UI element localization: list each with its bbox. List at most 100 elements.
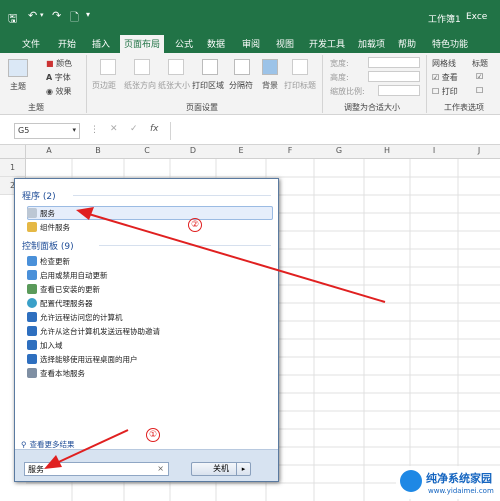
tab-help[interactable]: 帮助 <box>398 37 416 50</box>
annotation-1: ① <box>146 428 160 442</box>
redo-icon[interactable]: ↷ <box>52 9 61 22</box>
cp-item[interactable]: 选择能够使用远程桌面的用户 <box>27 353 138 365</box>
cp-item[interactable]: 加入域 <box>27 339 63 351</box>
shutdown-arrow-icon[interactable]: ▸ <box>236 463 250 475</box>
themes-icon[interactable] <box>8 59 28 77</box>
height-label: 高度: <box>330 73 349 82</box>
column-header[interactable]: A <box>26 146 72 155</box>
width-select[interactable] <box>368 57 420 68</box>
column-header[interactable]: F <box>266 146 314 155</box>
sheet-options-label: 工作表选项 <box>444 103 484 112</box>
watermark-name: 纯净系统家园 <box>426 472 492 485</box>
fonts-button[interactable]: A 字体 <box>46 72 71 83</box>
headings-label: 标题 <box>472 59 488 68</box>
row-header[interactable]: 1 <box>0 159 26 177</box>
document-title: 工作簿1 <box>428 15 461 25</box>
background-button[interactable]: 背景 <box>262 80 278 91</box>
column-header[interactable]: G <box>314 146 364 155</box>
effects-button[interactable]: ◉ 效果 <box>46 86 72 97</box>
tab-developer[interactable]: 开发工具 <box>309 37 345 50</box>
cp-item[interactable]: 查看已安装的更新 <box>27 283 100 295</box>
new-file-icon[interactable]: 🗋 <box>70 9 79 28</box>
colors-button[interactable]: ■ 颜色 <box>46 58 72 69</box>
cancel-icon[interactable]: ✕ <box>110 124 118 134</box>
program-services[interactable]: 服务 <box>27 207 55 219</box>
headings-print-checkbox[interactable]: ☐ <box>476 86 483 95</box>
print-titles-button[interactable]: 打印标题 <box>284 80 316 91</box>
background-icon[interactable] <box>262 59 278 75</box>
margins-icon[interactable] <box>100 59 116 75</box>
cp-item[interactable]: 检查更新 <box>27 255 70 267</box>
windows-update-icon <box>27 270 37 280</box>
headings-view-checkbox[interactable]: ☑ <box>476 72 483 81</box>
search-input[interactable]: 服务 × <box>24 462 169 476</box>
column-header[interactable]: D <box>170 146 216 155</box>
size-icon[interactable] <box>168 59 184 75</box>
program-component-services[interactable]: 组件服务 <box>27 221 70 233</box>
cp-item[interactable]: 允许远程访问您的计算机 <box>27 311 123 323</box>
proxy-icon <box>27 298 37 308</box>
control-panel-header: 控制面板 (9) <box>22 242 74 252</box>
ribbon-tabs: 文件 开始 插入 页面布局 公式 数据 审阅 视图 开发工具 加载项 帮助 特色… <box>0 33 500 53</box>
tab-data[interactable]: 数据 <box>207 37 225 50</box>
tab-formulas[interactable]: 公式 <box>175 37 193 50</box>
cp-item[interactable]: 配置代理服务器 <box>27 297 93 309</box>
height-select[interactable] <box>368 71 420 82</box>
theme-group-label: 主题 <box>28 103 44 112</box>
cp-item[interactable]: 启用或禁用自动更新 <box>27 269 108 281</box>
watermark: 纯净系统家园 www.yidaimei.com <box>396 466 500 499</box>
scale-spinner[interactable] <box>378 85 420 96</box>
watermark-logo-icon <box>400 470 422 492</box>
remote-assist-icon <box>27 326 37 336</box>
print-area-icon[interactable] <box>202 59 218 75</box>
customize-qat-icon[interactable]: ▾ <box>86 10 90 19</box>
themes-button[interactable]: 主题 <box>10 81 26 92</box>
insert-function-icon[interactable]: fx <box>150 124 159 134</box>
tab-view[interactable]: 视图 <box>276 37 294 50</box>
programs-header: 程序 (2) <box>22 192 56 202</box>
remote-access-icon <box>27 312 37 322</box>
breaks-icon[interactable] <box>234 59 250 75</box>
orientation-icon[interactable] <box>134 59 150 75</box>
formula-bar: G5 ▾ ⋮ ✕ ✓ fx <box>0 115 500 145</box>
column-header[interactable]: H <box>364 146 410 155</box>
undo-dropdown-icon[interactable]: ▾ <box>40 11 44 19</box>
print-titles-icon[interactable] <box>292 59 308 75</box>
size-button[interactable]: 纸张大小 <box>158 80 190 91</box>
column-header[interactable]: I <box>410 146 458 155</box>
shutdown-button[interactable]: 关机 ▸ <box>191 462 251 476</box>
more-icon: ⋮ <box>90 125 99 135</box>
column-header[interactable]: C <box>124 146 170 155</box>
name-box[interactable]: G5 ▾ <box>14 123 80 139</box>
column-header[interactable]: B <box>72 146 124 155</box>
tab-review[interactable]: 审阅 <box>242 37 260 50</box>
clear-search-icon[interactable]: × <box>157 464 164 473</box>
search-icon: ⚲ <box>21 439 27 449</box>
width-label: 宽度: <box>330 59 349 68</box>
select-all-corner[interactable] <box>0 145 26 159</box>
save-icon[interactable]: 🖫 <box>8 10 17 29</box>
print-area-button[interactable]: 打印区域 <box>192 80 224 91</box>
column-header[interactable]: J <box>458 146 500 155</box>
watermark-url: www.yidaimei.com <box>428 487 494 495</box>
breaks-button[interactable]: 分隔符 <box>229 80 253 91</box>
formula-input[interactable] <box>170 122 500 140</box>
gridlines-print-checkbox[interactable]: ☐ 打印 <box>432 86 458 97</box>
tab-file[interactable]: 文件 <box>22 37 40 50</box>
column-header[interactable]: E <box>216 146 266 155</box>
cp-item[interactable]: 查看本地服务 <box>27 367 85 379</box>
undo-icon[interactable]: ↶ <box>28 9 37 22</box>
enter-icon[interactable]: ✓ <box>130 124 138 134</box>
cp-item[interactable]: 允许从这台计算机发送远程协助邀请 <box>27 325 160 337</box>
scale-group-label: 调整为合适大小 <box>344 103 400 112</box>
margins-button[interactable]: 页边距 <box>92 80 116 91</box>
tab-home[interactable]: 开始 <box>58 37 76 50</box>
orientation-button[interactable]: 纸张方向 <box>124 80 156 91</box>
app-name: Exce <box>466 12 488 22</box>
tab-features[interactable]: 特色功能 <box>432 37 468 50</box>
scale-label: 缩放比例: <box>330 87 365 96</box>
tab-insert[interactable]: 插入 <box>92 37 110 50</box>
gridlines-view-checkbox[interactable]: ☑ 查看 <box>432 72 458 83</box>
tab-page-layout[interactable]: 页面布局 <box>120 35 165 53</box>
tab-addins[interactable]: 加载项 <box>358 37 385 50</box>
